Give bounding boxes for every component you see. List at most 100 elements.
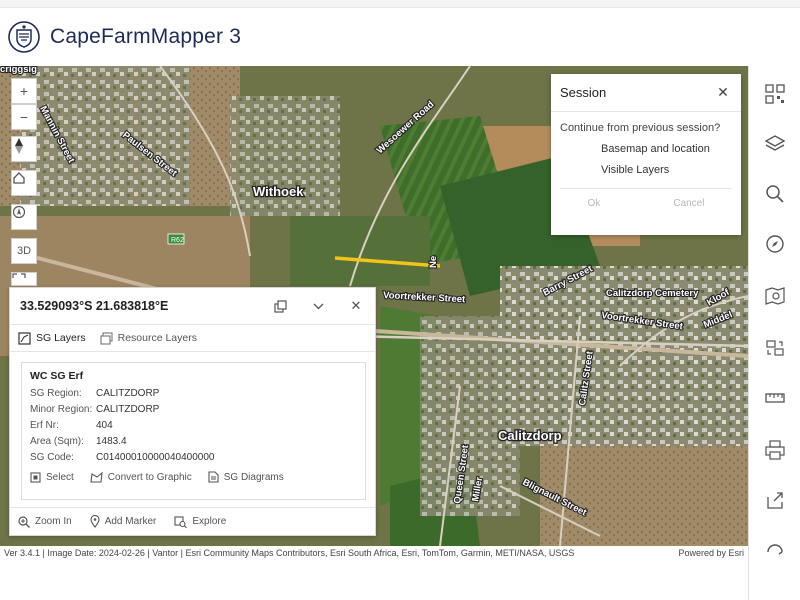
collapse-button[interactable] <box>299 288 337 325</box>
field-key: SG Code: <box>30 451 74 463</box>
sg-layers-icon <box>18 331 31 345</box>
layers-button[interactable] <box>761 130 789 158</box>
add-marker-label: Add Marker <box>104 516 157 527</box>
zoom-in-label: Zoom In <box>35 516 72 527</box>
map-search-button[interactable] <box>761 282 789 310</box>
layers-icon <box>765 135 785 151</box>
coordinates-readout: 33.529093°S 21.683818°E <box>20 299 169 313</box>
field-key: Minor Region: <box>30 403 93 415</box>
measure-button[interactable] <box>761 384 789 412</box>
add-marker-button[interactable]: Add Marker <box>90 515 157 528</box>
compass-icon <box>766 235 784 253</box>
locate-button[interactable] <box>11 204 37 230</box>
field-row: Area (Sqm): 1483.4 <box>30 433 357 449</box>
explore-icon <box>174 515 188 528</box>
qr-code-button[interactable] <box>761 80 789 108</box>
panel-close-icon[interactable]: ✕ <box>337 288 375 325</box>
divider <box>560 188 732 189</box>
document-icon <box>208 471 219 483</box>
tab-sg-layers[interactable]: SG Layers <box>18 325 86 352</box>
field-key: SG Region: <box>30 387 82 399</box>
browser-top-strip <box>0 0 800 8</box>
select-label: Select <box>46 471 74 483</box>
support-icon <box>767 544 783 555</box>
select-icon <box>30 471 41 483</box>
search-button[interactable] <box>761 180 789 208</box>
field-row: SG Code: C01400010000040400000 <box>30 449 357 465</box>
home-button[interactable] <box>11 170 37 196</box>
compass-button[interactable] <box>11 136 37 162</box>
field-key: Erf Nr: <box>30 419 59 431</box>
polygon-icon <box>90 471 103 483</box>
right-toolbar <box>748 66 800 600</box>
map-label-short-road: Ne <box>428 256 439 268</box>
navigate-button[interactable] <box>761 230 789 258</box>
session-option-basemap[interactable]: Basemap and location <box>601 143 741 155</box>
powered-by-esri-link[interactable]: Powered by Esri <box>678 548 744 558</box>
qr-code-icon <box>765 84 785 104</box>
convert-label: Convert to Graphic <box>107 471 192 483</box>
sg-diagrams-button[interactable]: SG Diagrams <box>208 471 284 483</box>
chevron-down-icon <box>313 303 323 309</box>
3d-toggle-button[interactable]: 3D <box>11 238 37 264</box>
measure-icon <box>765 393 785 403</box>
zoom-in-icon <box>18 515 30 528</box>
field-value: CALITZDORP <box>96 387 160 399</box>
share-button[interactable] <box>761 486 789 514</box>
result-card-title: WC SG Erf <box>30 370 84 382</box>
field-value: 1483.4 <box>96 435 127 447</box>
share-icon <box>767 492 783 509</box>
session-option-visible-layers[interactable]: Visible Layers <box>601 164 741 176</box>
support-button[interactable] <box>761 536 789 564</box>
field-row: SG Region: CALITZDORP <box>30 385 357 401</box>
session-dialog: Session ✕ Continue from previous session… <box>551 74 741 235</box>
print-icon <box>765 440 785 460</box>
app-logo[interactable] <box>8 21 40 53</box>
print-button[interactable] <box>761 436 789 464</box>
r62-label: R62 <box>171 237 184 244</box>
field-key: Area (Sqm): <box>30 435 84 447</box>
resource-layers-icon <box>100 331 113 345</box>
tab-resource-layers-label: Resource Layers <box>117 332 197 344</box>
session-cancel-button[interactable]: Cancel <box>673 198 704 209</box>
expand-icon <box>12 273 26 278</box>
map-label-fragment: criggsig <box>0 66 37 75</box>
field-row: Erf Nr: 404 <box>30 417 357 433</box>
session-dialog-title: Session <box>560 85 607 100</box>
transfer-icon <box>766 340 784 356</box>
field-value: C01400010000040400000 <box>96 451 215 463</box>
panel-zoom-in-button[interactable]: Zoom In <box>18 515 72 528</box>
fullscreen-button[interactable] <box>11 272 37 286</box>
map-label-calitzdorp: Calitzdorp <box>498 428 562 443</box>
home-icon <box>13 172 25 184</box>
map-label-calitzdorp-cemetery: Calitzdorp Cemetery <box>606 288 699 299</box>
zoom-in-button[interactable]: + <box>11 78 37 104</box>
explore-label: Explore <box>192 516 227 527</box>
transfer-button[interactable] <box>761 334 789 362</box>
select-button[interactable]: Select <box>30 471 74 483</box>
marker-icon <box>90 515 100 528</box>
convert-to-graphic-button[interactable]: Convert to Graphic <box>90 471 192 483</box>
explore-button[interactable]: Explore <box>174 515 227 528</box>
app-header: CapeFarmMapper 3 <box>0 8 800 66</box>
attribution-bar: Ver 3.4.1 | Image Date: 2024-02-26 | Van… <box>0 546 748 560</box>
field-value: 404 <box>96 419 113 431</box>
field-row: Minor Region: CALITZDORP <box>30 401 357 417</box>
north-arrow-icon <box>15 138 23 154</box>
zoom-out-button[interactable]: − <box>11 104 37 130</box>
dock-button[interactable] <box>261 288 299 325</box>
locate-icon <box>12 205 26 219</box>
session-ok-button[interactable]: Ok <box>588 198 601 209</box>
dock-icon <box>273 299 287 313</box>
map-search-icon <box>765 287 785 305</box>
tab-sg-layers-label: SG Layers <box>36 332 86 344</box>
tab-resource-layers[interactable]: Resource Layers <box>100 325 197 352</box>
session-question: Continue from previous session? <box>560 122 721 134</box>
map-label-withoek: Withoek <box>253 184 304 199</box>
result-card: WC SG Erf SG Region: CALITZDORP Minor Reg… <box>21 362 366 500</box>
attribution-text: Ver 3.4.1 | Image Date: 2024-02-26 | Van… <box>4 548 575 558</box>
app-title: CapeFarmMapper 3 <box>50 25 242 48</box>
session-close-icon[interactable]: ✕ <box>705 84 741 101</box>
sg-diagrams-label: SG Diagrams <box>223 471 284 483</box>
field-value: CALITZDORP <box>96 403 160 415</box>
